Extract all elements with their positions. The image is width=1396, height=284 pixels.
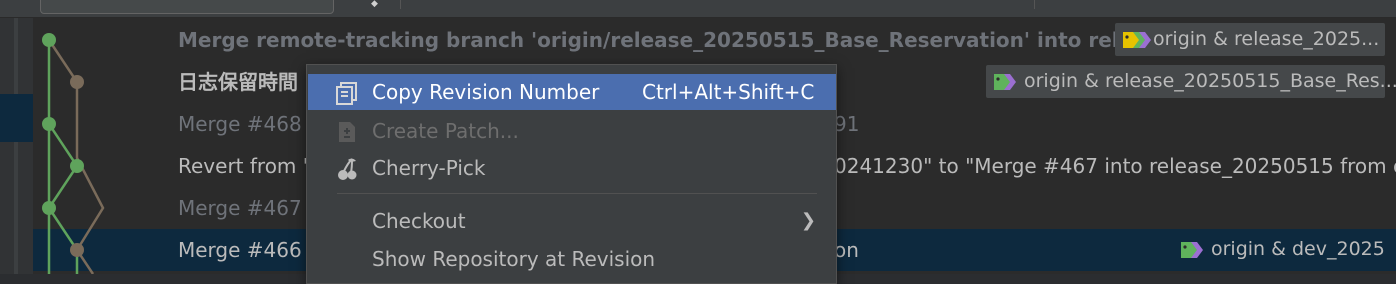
log-toolbar: ◆ [0,0,1396,18]
commit-message-tail: on [834,238,859,262]
commit-message: Merge remote-tracking branch 'origin/rel… [178,28,1196,52]
vcs-side-panel [0,18,33,274]
panel-stripe [14,18,18,274]
menu-item-copy-revision[interactable]: Copy Revision Number Ctrl+Alt+Shift+C [308,74,836,110]
menu-item-shortcut: Ctrl+Alt+Shift+C [642,80,815,104]
filter-dropdown-icon[interactable]: ◆ [371,0,387,9]
menu-item-label: Create Patch... [372,119,519,143]
toolbar-divider [400,0,401,9]
menu-item-cherry-pick[interactable]: Cherry-Pick [308,150,836,186]
menu-item-checkout[interactable]: Checkout ❯ [308,203,836,239]
menu-item-label: Checkout [372,209,466,233]
menu-item-label: Show Repository at Revision [372,247,656,271]
commit-node [70,75,84,89]
cherry-icon [338,158,357,180]
patch-icon [339,122,355,142]
commit-node [70,159,84,173]
menu-item-label: Cherry-Pick [372,156,486,180]
commit-node [42,117,56,131]
commit-node [42,201,56,215]
commit-message: Revert from " [178,154,312,178]
commit-message: Merge #466 [178,238,302,262]
branch-ref-badge[interactable]: origin & release_2025... [1115,23,1385,56]
tag-icon [1181,242,1203,258]
branch-ref-badge[interactable]: origin & release_20250515_Base_Res... [986,65,1396,98]
commit-context-menu: Copy Revision Number Ctrl+Alt+Shift+C Cr… [306,64,837,284]
copy-icon [336,82,357,105]
commit-message-tail: 91 [834,112,860,136]
commit-node [70,243,84,257]
tags-icon [1123,32,1151,48]
commit-message-tail: 0241230" to "Merge #467 into release_202… [834,154,1396,178]
search-filter-input[interactable] [40,0,334,14]
panel-selection-mark [0,94,33,142]
chevron-right-icon: ❯ [800,210,816,231]
ref-label: origin & release_20250515_Base_Res... [1024,70,1396,92]
menu-item-show-repository[interactable]: Show Repository at Revision [308,241,836,277]
commit-node [42,33,56,47]
menu-item-label: Copy Revision Number [372,80,600,104]
ref-label: origin & dev_2025 [1211,238,1385,260]
branch-ref-badge[interactable]: origin & dev_2025 [1173,233,1388,266]
tags-icon [994,74,1016,90]
commit-graph [42,33,105,274]
commit-message: 日志保留時間 [178,70,298,94]
toolbar-divider [1034,0,1035,9]
commit-message: Merge #468 [178,112,302,136]
commit-row[interactable]: Merge remote-tracking branch 'origin/rel… [33,19,1396,61]
menu-item-create-patch[interactable]: Create Patch... [308,113,836,149]
menu-separator [337,193,817,194]
ref-label: origin & release_2025... [1153,28,1380,50]
commit-message: Merge #467 [178,196,302,220]
